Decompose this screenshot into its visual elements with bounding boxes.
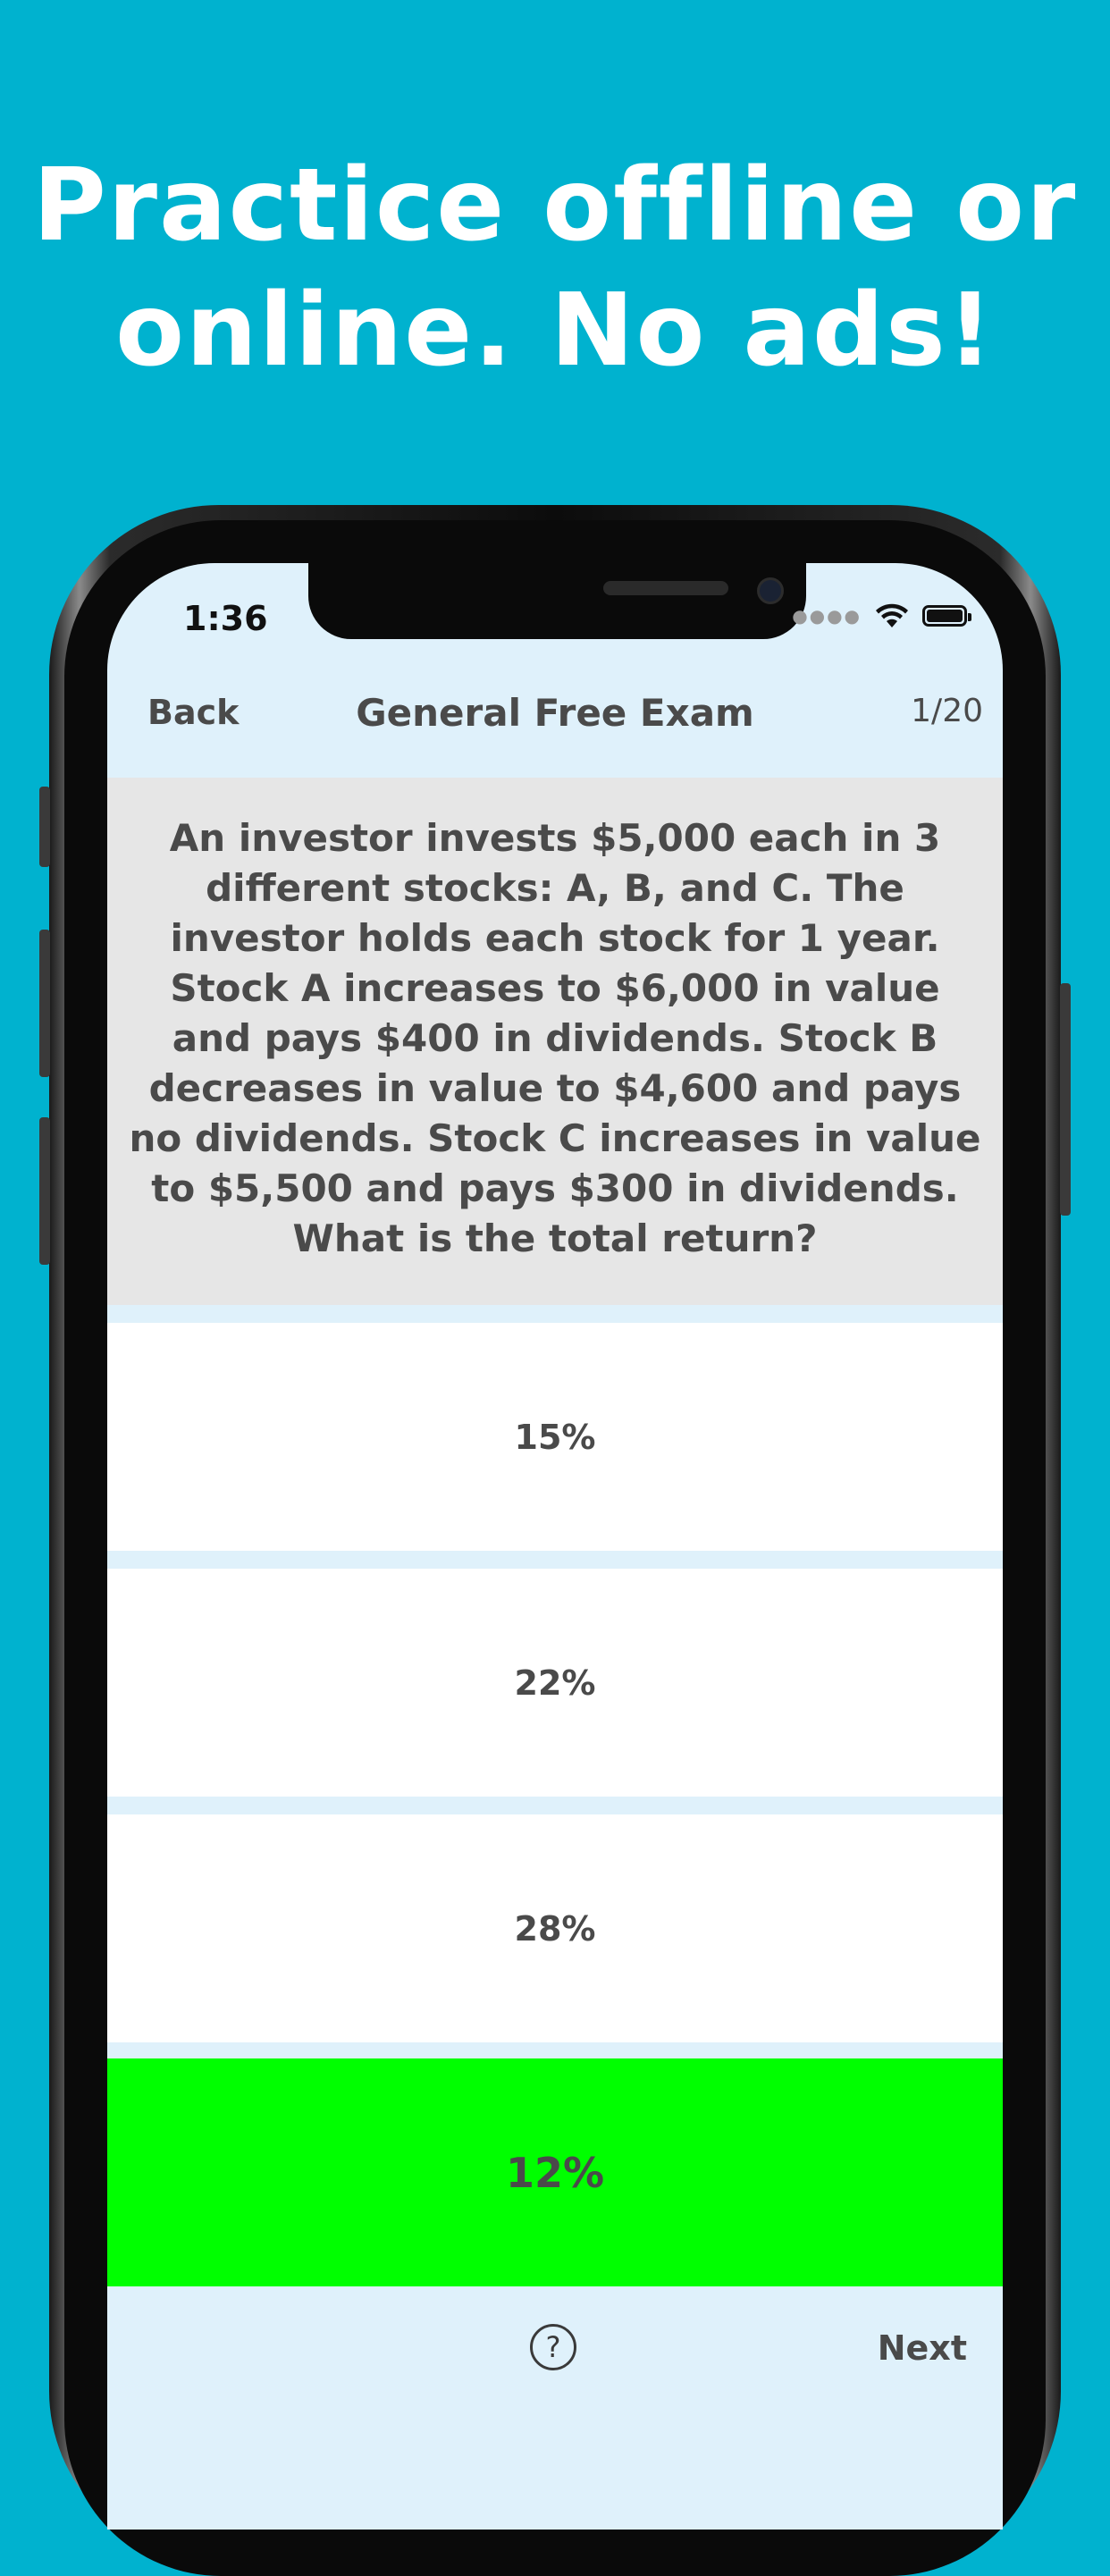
- battery-level: [927, 610, 963, 622]
- question-counter: 1/20: [911, 693, 983, 729]
- status-time: 1:36: [183, 599, 268, 638]
- power-button: [1060, 983, 1071, 1216]
- answer-option-2[interactable]: 22%: [107, 1569, 1003, 1797]
- phone-screen: 1:36 ●●●● Back General Free Exam 1/20 An…: [107, 563, 1003, 2530]
- answer-option-3[interactable]: 28%: [107, 1814, 1003, 2042]
- front-camera-icon: [757, 577, 784, 604]
- status-icons: ●●●●: [792, 602, 971, 629]
- promo-line-2: online. No ads!: [115, 273, 995, 389]
- question-text: An investor invests $5,000 each in 3 dif…: [107, 778, 1003, 1305]
- cellular-dots-icon: ●●●●: [792, 605, 862, 627]
- silent-switch: [39, 787, 50, 867]
- promo-line-1: Practice offline or: [32, 147, 1078, 264]
- volume-up-button: [39, 930, 50, 1077]
- notch: [308, 563, 806, 639]
- battery-icon: [922, 605, 971, 627]
- bottom-bar: ? Next: [107, 2293, 1003, 2400]
- promo-headline: Practice offline or online. No ads!: [0, 143, 1110, 393]
- page-title: General Free Exam: [356, 691, 754, 735]
- wifi-icon: [876, 603, 908, 627]
- answer-option-1[interactable]: 15%: [107, 1323, 1003, 1551]
- nav-bar: Back General Free Exam 1/20: [107, 684, 1003, 748]
- speaker-grille: [603, 581, 728, 595]
- help-icon[interactable]: ?: [530, 2324, 576, 2370]
- next-button[interactable]: Next: [878, 2328, 967, 2368]
- answer-option-4-correct[interactable]: 12%: [107, 2058, 1003, 2286]
- volume-down-button: [39, 1117, 50, 1265]
